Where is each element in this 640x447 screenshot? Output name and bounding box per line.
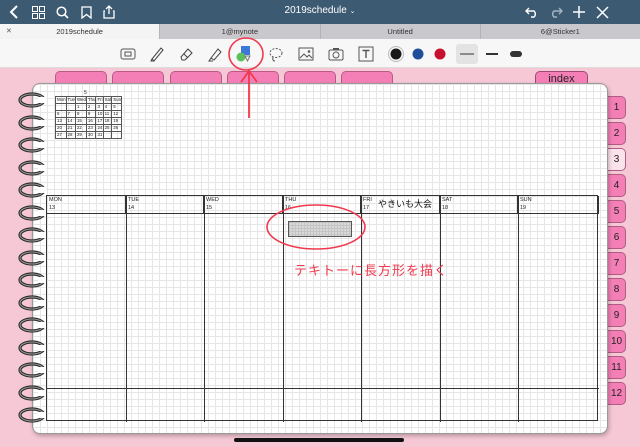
annotation-text: テキトーに長方形を描く bbox=[294, 264, 449, 279]
annotation-overlay bbox=[228, 37, 366, 250]
annotation-circle-rectangle bbox=[266, 204, 366, 250]
annotation-circle-shapes-tool bbox=[228, 37, 264, 71]
home-indicator[interactable] bbox=[234, 438, 404, 442]
annotation-arrow bbox=[240, 69, 258, 118]
